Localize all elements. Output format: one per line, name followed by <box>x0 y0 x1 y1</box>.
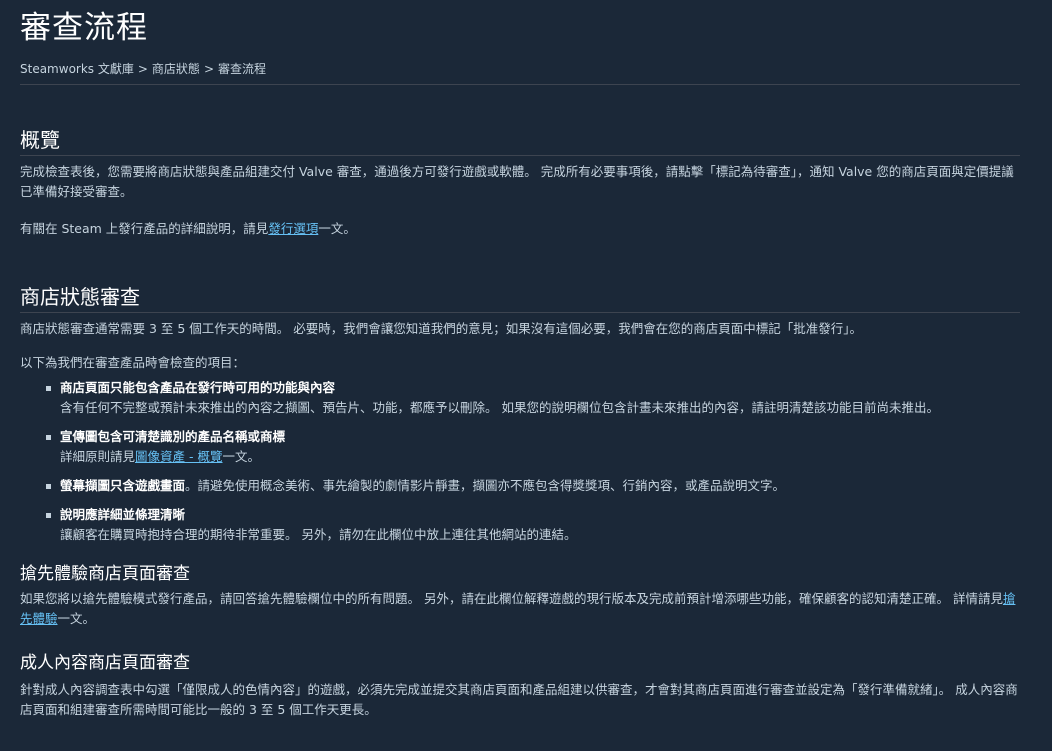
list-item: 說明應詳細並條理清晰 讓顧客在購買時抱持合理的期待非常重要。 另外，請勿在此欄位… <box>20 505 1020 545</box>
store-review-heading: 商店狀態審查 <box>20 283 1020 313</box>
overview-text: 一文。 <box>318 221 356 236</box>
overview-paragraph: 完成檢查表後，您需要將商店狀態與產品組建交付 Valve 審查，通過後方可發行遊… <box>20 164 1014 199</box>
early-access-text: 一文。 <box>57 611 96 626</box>
list-item: 宣傳圖包含可清楚識別的產品名稱或商標 詳細原則請見圖像資產 - 概覽一文。 <box>20 427 1020 467</box>
overview-text: 有關在 Steam 上發行產品的詳細說明，請見 <box>20 221 269 236</box>
bullet-icon <box>46 484 51 489</box>
list-item: 商店頁面只能包含產品在發行時可用的功能與內容 含有任何不完整或預計未來推出的內容… <box>20 378 1020 418</box>
checklist-item-description: 詳細原則請見圖像資產 - 概覽一文。 <box>60 447 1020 467</box>
checklist-item-title: 宣傳圖包含可清楚識別的產品名稱或商標 <box>60 429 286 444</box>
breadcrumb-separator: > <box>137 62 148 76</box>
adult-content-section: 成人內容商店頁面審查 針對成人內容調查表中勾選「僅限成人的色情內容」的遊戲，必須… <box>20 651 1020 720</box>
breadcrumb: Steamworks 文獻庫 > 商店狀態 > 審查流程 <box>20 60 1020 85</box>
checklist-item-description: 含有任何不完整或預計未來推出的內容之擷圖、預告片、功能，都應予以刪除。 如果您的… <box>60 400 939 415</box>
overview-heading: 概覽 <box>20 126 1020 156</box>
early-access-heading: 搶先體驗商店頁面審查 <box>20 564 190 584</box>
overview-release-options-paragraph: 有關在 Steam 上發行產品的詳細說明，請見發行選項一文。 <box>20 219 1020 239</box>
checklist-item-title: 螢幕擷圖只含遊戲畫面 <box>60 478 186 493</box>
overview-section: 概覽 完成檢查表後，您需要將商店狀態與產品組建交付 Valve 審查，通過後方可… <box>20 126 1020 239</box>
list-item: 螢幕擷圖只含遊戲畫面。請避免使用概念美術、事先繪製的劇情影片靜畫，擷圖亦不應包含… <box>20 476 1020 496</box>
adult-content-paragraph: 針對成人內容調查表中勾選「僅限成人的色情內容」的遊戲，必須先完成並提交其商店頁面… <box>20 682 1018 717</box>
bullet-icon <box>46 435 51 440</box>
breadcrumb-item-store-presence[interactable]: 商店狀態 <box>152 62 200 76</box>
checklist-item-text: 一文。 <box>222 449 260 464</box>
store-review-checklist-intro: 以下為我們在審查產品時會檢查的項目： <box>20 355 246 370</box>
checklist-item-text: 詳細原則請見 <box>60 449 136 464</box>
checklist-item-description: 讓顧客在購買時抱持合理的期待非常重要。 另外，請勿在此欄位中放上連往其他網站的連… <box>60 527 577 542</box>
page-content: 審查流程 Steamworks 文獻庫 > 商店狀態 > 審查流程 概覽 完成檢查表後，… <box>20 0 1020 720</box>
early-access-section: 搶先體驗商店頁面審查 如果您將以搶先體驗模式發行產品，請回答搶先體驗欄位中的所有… <box>20 562 1020 629</box>
graphical-assets-link[interactable]: 圖像資產 - 概覽 <box>135 449 222 464</box>
checklist-item-title: 說明應詳細並條理清晰 <box>60 507 186 522</box>
checklist-item-title: 商店頁面只能包含產品在發行時可用的功能與內容 <box>60 380 336 395</box>
bullet-icon <box>46 386 51 391</box>
breadcrumb-item-current: 審查流程 <box>218 62 267 76</box>
checklist-item-description: 。請避免使用概念美術、事先繪製的劇情影片靜畫，擷圖亦不應包含得獎獎項、行銷內容，… <box>185 478 786 493</box>
early-access-text: 如果您將以搶先體驗模式發行產品，請回答搶先體驗欄位中的所有問題。 另外，請在此欄… <box>20 591 1003 606</box>
breadcrumb-separator: > <box>203 62 214 76</box>
store-review-checklist: 商店頁面只能包含產品在發行時可用的功能與內容 含有任何不完整或預計未來推出的內容… <box>20 378 1020 545</box>
adult-content-heading: 成人內容商店頁面審查 <box>20 653 190 673</box>
checklist-item-title-line: 螢幕擷圖只含遊戲畫面。請避免使用概念美術、事先繪製的劇情影片靜畫，擷圖亦不應包含… <box>60 476 1020 496</box>
store-review-paragraph: 商店狀態審查通常需要 3 至 5 個工作天的時間。 必要時，我們會讓您知道我們的… <box>20 321 863 336</box>
bullet-icon <box>46 513 51 518</box>
store-review-section: 商店狀態審查 商店狀態審查通常需要 3 至 5 個工作天的時間。 必要時，我們會… <box>20 283 1020 545</box>
early-access-paragraph: 如果您將以搶先體驗模式發行產品，請回答搶先體驗欄位中的所有問題。 另外，請在此欄… <box>20 589 1020 629</box>
release-options-link[interactable]: 發行選項 <box>268 221 318 236</box>
breadcrumb-item-docs[interactable]: Steamworks 文獻庫 <box>20 62 134 76</box>
page-title: 審查流程 <box>20 10 148 46</box>
